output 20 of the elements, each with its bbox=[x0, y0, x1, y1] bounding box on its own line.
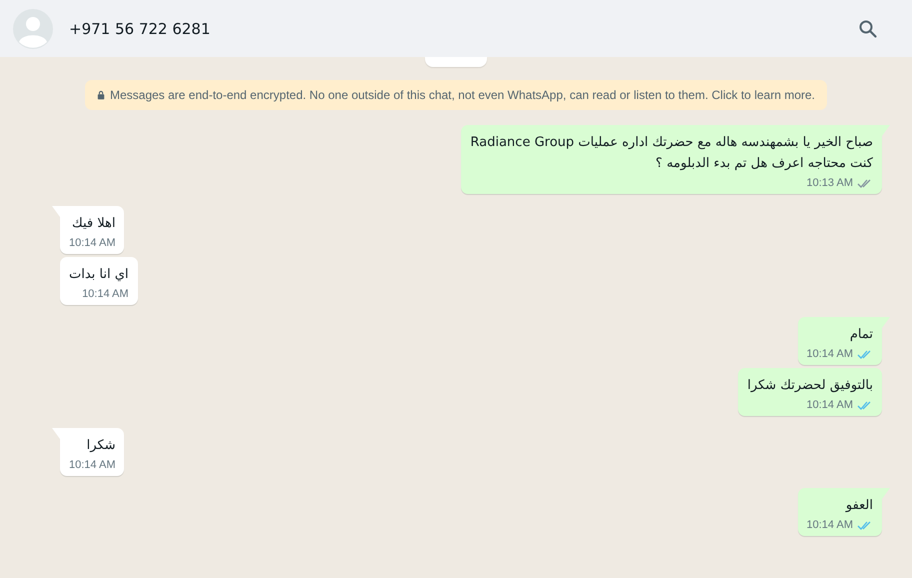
message-text: شكرا bbox=[86, 437, 116, 455]
message-time: 10:14 AM bbox=[806, 519, 853, 531]
message-time: 10:14 AM bbox=[806, 348, 853, 360]
date-pill bbox=[425, 57, 487, 67]
message-time: 10:14 AM bbox=[69, 459, 116, 471]
message-text: اي انا بدات bbox=[69, 266, 129, 284]
search-icon[interactable] bbox=[858, 18, 878, 38]
message-text: اهلا فيك bbox=[71, 215, 116, 233]
lock-icon bbox=[96, 90, 105, 100]
message-text: صباح الخير يا بشمهندسه هاله مع حضرتك اداره عمليات Radiance Group كنت محتاجه اعرف هل تم بدء الدبلومه ؟ bbox=[470, 134, 873, 173]
encryption-notice[interactable]: Messages are end-to-end encrypted. No one outside of this chat, not even WhatsApp, can read or listen to them. Click to learn more. bbox=[84, 80, 828, 110]
message-text: بالتوفيق لحضرتك شكرا bbox=[747, 377, 873, 395]
message-time: 10:13 AM bbox=[806, 177, 853, 189]
message-text: العفو bbox=[844, 497, 873, 515]
contact-name[interactable]: +971 56 722 6281 bbox=[69, 20, 858, 38]
message-time: 10:14 AM bbox=[806, 399, 853, 411]
message-time: 10:14 AM bbox=[69, 237, 116, 249]
message-time: 10:14 AM bbox=[82, 288, 129, 300]
notice-text: Messages are end-to-end encrypted. No one outside of this chat, not even WhatsApp, can read or listen to them. Click to learn more. bbox=[110, 88, 816, 102]
message-text: تمام bbox=[848, 326, 873, 344]
